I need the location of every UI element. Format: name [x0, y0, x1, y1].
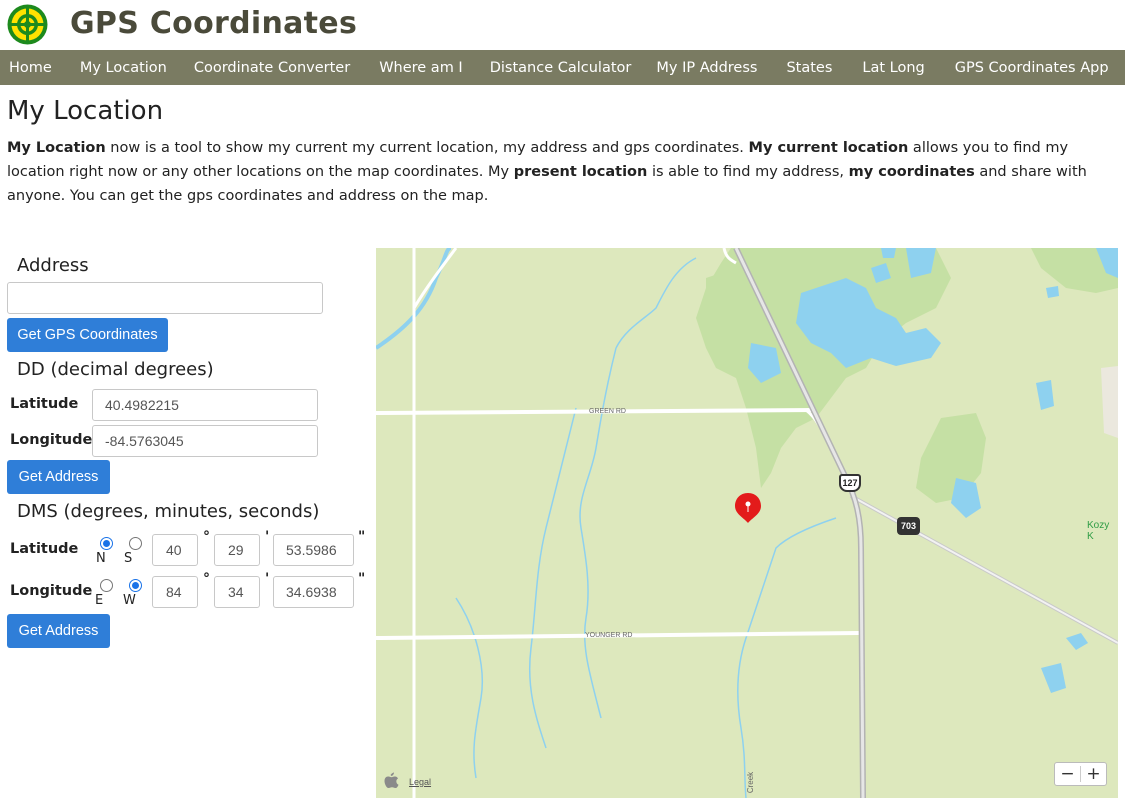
radio-south-label: S [124, 551, 133, 566]
dms-section-label: DMS (degrees, minutes, seconds) [17, 501, 320, 522]
legal-link[interactable]: Legal [409, 777, 431, 787]
dms-lon-seconds-input[interactable] [273, 576, 354, 608]
nav-coordinate-converter[interactable]: Coordinate Converter [194, 60, 379, 76]
intro-bold-1: My Location [7, 140, 106, 156]
lat-degree-symbol: ° [203, 529, 210, 545]
dd-latitude-label: Latitude [10, 396, 79, 412]
coordinates-form: Address Get GPS Coordinates DD (decimal … [0, 248, 370, 668]
lon-minute-symbol: ' [265, 571, 270, 587]
site-title[interactable]: GPS Coordinates [70, 6, 357, 41]
location-pin-icon[interactable] [735, 493, 761, 523]
nav-gps-coordinates-app[interactable]: GPS Coordinates App [955, 60, 1109, 76]
radio-east[interactable] [100, 579, 113, 592]
nav-home[interactable]: Home [9, 60, 80, 76]
intro-bold-2: My current location [748, 140, 909, 156]
route-127-shield: 127 [839, 474, 861, 492]
nav-my-location[interactable]: My Location [80, 60, 194, 76]
intro-text-3: is able to find my address, [647, 164, 849, 180]
main-nav: Home My Location Coordinate Converter Wh… [0, 50, 1125, 85]
radio-east-label: E [95, 593, 104, 608]
page-title: My Location [7, 96, 164, 126]
stream [455, 597, 484, 779]
stream [736, 517, 837, 798]
nav-where-am-i[interactable]: Where am I [379, 60, 490, 76]
stream [528, 407, 577, 749]
lat-second-symbol: " [358, 529, 366, 545]
radio-north[interactable] [100, 537, 113, 550]
crosshair-logo-icon[interactable] [7, 4, 48, 45]
built-area [1101, 366, 1118, 438]
nav-distance-calculator[interactable]: Distance Calculator [490, 60, 657, 76]
road [412, 248, 458, 309]
dms-lon-degrees-input[interactable] [152, 576, 198, 608]
get-address-dd-button[interactable]: Get Address [7, 460, 110, 494]
dd-latitude-input[interactable] [92, 389, 318, 421]
radio-north-label: N [96, 551, 106, 566]
map-canvas[interactable] [376, 248, 1118, 798]
zoom-in-button[interactable]: + [1081, 763, 1106, 785]
intro-paragraph: My Location now is a tool to show my cur… [7, 136, 1119, 208]
lake [951, 478, 981, 518]
highway-core [850, 495, 1118, 644]
creek-label: Creek [746, 771, 756, 794]
dms-lat-degrees-input[interactable] [152, 534, 198, 566]
dd-longitude-label: Longitude [10, 432, 93, 448]
nav-my-ip-address[interactable]: My IP Address [656, 60, 786, 76]
radio-south[interactable] [129, 537, 142, 550]
address-label: Address [17, 255, 89, 276]
dms-lat-seconds-input[interactable] [273, 534, 354, 566]
lon-second-symbol: " [358, 571, 366, 587]
radio-west-label: W [123, 593, 136, 608]
intro-bold-4: my coordinates [848, 164, 975, 180]
site-header: GPS Coordinates [0, 0, 1125, 50]
intro-text-1: now is a tool to show my current my curr… [105, 140, 749, 156]
pond [881, 248, 896, 258]
dms-lat-minutes-input[interactable] [214, 534, 260, 566]
younger-rd-label: YOUNGER RD [585, 632, 633, 639]
green-rd-label: GREEN RD [589, 408, 626, 415]
intro-bold-3: present location [513, 164, 648, 180]
stream [579, 347, 617, 719]
apple-logo-icon [384, 772, 399, 788]
zoom-control: − + [1054, 762, 1107, 786]
address-input[interactable] [7, 282, 323, 314]
place-label: Kozy K [1087, 520, 1110, 542]
pond [1046, 286, 1059, 298]
nav-lat-long[interactable]: Lat Long [862, 60, 954, 76]
pond [1041, 663, 1066, 693]
stream [615, 257, 697, 349]
map-view[interactable]: GREEN RD YOUNGER RD Creek Kozy K Legal 1… [376, 248, 1118, 798]
dms-lon-minutes-input[interactable] [214, 576, 260, 608]
radio-west[interactable] [129, 579, 142, 592]
route-703-shield: 703 [897, 517, 920, 535]
dd-section-label: DD (decimal degrees) [17, 359, 214, 380]
dd-longitude-input[interactable] [92, 425, 318, 457]
get-address-dms-button[interactable]: Get Address [7, 614, 110, 648]
get-gps-coordinates-button[interactable]: Get GPS Coordinates [7, 318, 168, 352]
dms-longitude-label: Longitude [10, 583, 93, 599]
pond [1066, 633, 1088, 650]
lake [1036, 380, 1054, 410]
lat-minute-symbol: ' [265, 529, 270, 545]
zoom-out-button[interactable]: − [1055, 763, 1080, 785]
nav-states[interactable]: States [786, 60, 862, 76]
dms-latitude-label: Latitude [10, 541, 79, 557]
lon-degree-symbol: ° [203, 571, 210, 587]
